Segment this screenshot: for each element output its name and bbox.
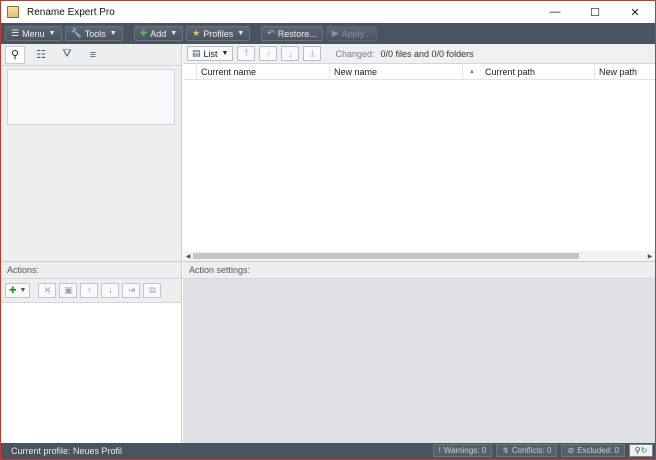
arrow-down-icon: ↓: [288, 48, 293, 59]
excluded-label: Excluded: 0: [577, 446, 619, 455]
app-icon: [7, 6, 19, 18]
chevron-down-icon: ▼: [19, 286, 27, 294]
warnings-button[interactable]: ! Warnings: 0: [432, 444, 493, 457]
apply-button-label: Apply...: [341, 28, 372, 39]
add-action-button[interactable]: ✚ ▼: [5, 282, 31, 298]
warning-icon: !: [438, 446, 441, 455]
scroll-left-icon[interactable]: ◀: [183, 253, 193, 260]
column-new-path[interactable]: New path: [595, 64, 655, 80]
horizontal-scrollbar[interactable]: ◀ ▶: [183, 251, 655, 261]
tools-button-label: Tools: [84, 28, 106, 39]
scroll-right-icon[interactable]: ▶: [645, 253, 655, 260]
filter-icon[interactable]: ⛛: [57, 46, 77, 64]
refresh-icon: ↻: [640, 446, 648, 455]
status-bar: Current profile: Neues Profil ! Warnings…: [1, 443, 655, 459]
profiles-button[interactable]: ★ Profiles ▼: [186, 26, 251, 41]
search-icon[interactable]: ⚲: [5, 45, 25, 64]
sort-caret-icon: ▲: [469, 68, 475, 75]
action-move-down-button[interactable]: ↓: [101, 282, 120, 298]
minimize-button[interactable]: —: [535, 1, 575, 23]
warnings-label: Warnings: 0: [443, 446, 487, 455]
side-panel-tabs: ⚲ ☷ ⛛ ≡: [1, 44, 181, 66]
add-button-label: Add: [150, 28, 167, 39]
conflicts-label: Conflicts: 0: [511, 446, 552, 455]
view-mode-dropdown[interactable]: ▤ List ▼: [187, 46, 234, 61]
toggle-icon: ⇥: [127, 284, 136, 295]
move-to-bottom-button[interactable]: ⤓: [303, 46, 322, 61]
menu-button[interactable]: ☰ Menu ▼: [5, 26, 62, 41]
arrow-down-icon: ↓: [108, 285, 113, 295]
move-up-button[interactable]: ↑: [259, 46, 278, 61]
actions-panel: Actions: ✚ ▼ ✕ ▣ ↑ ↓ ⇥ ⧉: [1, 261, 182, 443]
actions-toolbar: ✚ ▼ ✕ ▣ ↑ ↓ ⇥ ⧉: [1, 279, 181, 301]
tools-button[interactable]: 🔧 Tools ▼: [64, 26, 123, 41]
delete-action-button[interactable]: ✕: [38, 282, 57, 298]
tree-icon[interactable]: ☷: [31, 46, 51, 64]
arrow-up-icon: ↑: [87, 285, 92, 295]
search-panel-box[interactable]: [7, 69, 175, 125]
action-settings-panel: Action settings:: [183, 261, 655, 443]
scrollbar-thumb[interactable]: [193, 253, 579, 259]
menu-button-label: Menu: [22, 28, 45, 39]
action-options-button[interactable]: ▣: [59, 282, 78, 298]
column-current-name[interactable]: Current name: [197, 63, 330, 80]
chevron-down-icon: ▼: [170, 30, 178, 37]
arrow-up-icon: ↑: [266, 48, 271, 59]
plus-icon: ✚: [9, 284, 17, 295]
undo-icon: ↶: [267, 28, 275, 38]
conflicts-button[interactable]: ↯ Conflicts: 0: [496, 444, 558, 457]
action-settings-title: Action settings:: [183, 262, 655, 279]
main-toolbar: ☰ Menu ▼ 🔧 Tools ▼ ✚ Add ▼ ★ Profiles ▼ …: [1, 23, 655, 44]
action-toggle-button[interactable]: ⇥: [122, 282, 141, 298]
delete-icon: ✕: [43, 284, 52, 295]
chevron-down-icon: ▼: [237, 30, 245, 37]
wrench-icon: 🔧: [70, 28, 82, 38]
app-window: Rename Expert Pro — ☐ ✕ ☰ Menu ▼ 🔧 Tools…: [0, 0, 656, 460]
status-search-refresh-button[interactable]: ⚲ ↻: [629, 444, 653, 457]
move-top-icon: ⤒: [244, 48, 249, 58]
column-current-path[interactable]: Current path: [481, 63, 595, 80]
menu-icon: ☰: [11, 28, 20, 38]
view-mode-label: List: [203, 48, 218, 59]
chevron-down-icon: ▼: [221, 50, 229, 57]
file-list-panel: ▤ List ▼ ⤒ ↑ ↓ ⤓ Changed: 0/0 files and …: [183, 44, 655, 261]
column-new-name[interactable]: New name: [330, 63, 463, 80]
close-button[interactable]: ✕: [615, 1, 655, 23]
plus-icon: ✚: [139, 28, 148, 38]
conflict-icon: ↯: [502, 446, 509, 455]
chevron-down-icon: ▼: [109, 30, 117, 37]
actions-title: Actions:: [1, 262, 181, 279]
restore-button-label: Restore...: [277, 28, 317, 39]
list-view-icon: ▤: [192, 48, 201, 58]
profiles-button-label: Profiles: [203, 28, 234, 39]
restore-button[interactable]: ↶ Restore...: [261, 26, 323, 41]
title-bar[interactable]: Rename Expert Pro — ☐ ✕: [1, 1, 655, 23]
move-bottom-icon: ⤓: [310, 48, 315, 58]
column-header-checkbox[interactable]: [183, 63, 197, 80]
chevron-down-icon: ▼: [48, 30, 56, 37]
files-side-panel: ⚲ ☷ ⛛ ≡: [1, 44, 182, 261]
excluded-button[interactable]: ⊘ Excluded: 0: [561, 444, 625, 457]
changed-label: Changed:: [335, 48, 375, 59]
excluded-icon: ⊘: [567, 446, 575, 455]
play-icon: ▶: [331, 28, 339, 38]
action-move-up-button[interactable]: ↑: [80, 282, 99, 298]
actions-list[interactable]: [1, 302, 181, 443]
maximize-button[interactable]: ☐: [575, 1, 615, 23]
column-header-row: Current name New name ▲ Current path New…: [183, 63, 655, 80]
current-profile-text: Current profile: Neues Profil: [11, 446, 123, 456]
window-title: Rename Expert Pro: [27, 6, 115, 18]
window-settings-icon: ▣: [64, 284, 73, 295]
list-icon[interactable]: ≡: [83, 46, 103, 64]
add-button[interactable]: ✚ Add ▼: [133, 26, 184, 41]
list-toolbar: ▤ List ▼ ⤒ ↑ ↓ ⤓ Changed: 0/0 files and …: [183, 44, 655, 64]
move-to-top-button[interactable]: ⤒: [237, 46, 256, 61]
copy-icon: ⧉: [149, 284, 156, 295]
changed-value: 0/0 files and 0/0 folders: [380, 48, 474, 59]
apply-button[interactable]: ▶ Apply...: [325, 26, 378, 41]
star-icon: ★: [192, 28, 201, 38]
move-down-button[interactable]: ↓: [281, 46, 300, 61]
action-copy-button[interactable]: ⧉: [143, 282, 162, 298]
